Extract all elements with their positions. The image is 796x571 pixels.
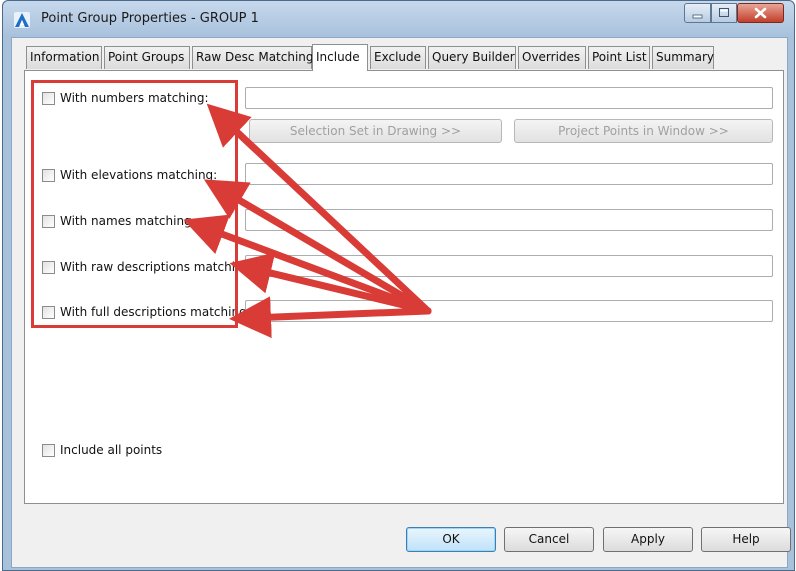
cancel-button[interactable]: Cancel xyxy=(504,527,594,552)
numbers-matching-label: With numbers matching: xyxy=(60,91,209,105)
include-all-points-label: Include all points xyxy=(60,443,163,457)
tab-summary[interactable]: Summary xyxy=(652,46,714,69)
numbers-matching-field[interactable] xyxy=(245,87,773,109)
ok-button[interactable]: OK xyxy=(406,527,496,552)
tab-point-list[interactable]: Point List xyxy=(588,46,650,69)
minimize-icon xyxy=(692,14,703,19)
full-descriptions-matching-option[interactable]: With full descriptions matching: xyxy=(42,305,251,319)
civil3d-app-icon xyxy=(14,12,30,28)
tab-information[interactable]: Information xyxy=(26,46,102,69)
names-matching-field[interactable] xyxy=(245,209,773,231)
names-matching-checkbox[interactable] xyxy=(42,214,55,228)
apply-button[interactable]: Apply xyxy=(603,527,693,552)
window-title: Point Group Properties - GROUP 1 xyxy=(41,11,259,26)
raw-descriptions-matching-field[interactable] xyxy=(245,255,773,277)
tab-include[interactable]: Include xyxy=(312,44,368,71)
include-all-points-checkbox[interactable] xyxy=(42,443,55,457)
tab-strip: Information Point Groups Raw Desc Matchi… xyxy=(16,44,786,71)
numbers-matching-option[interactable]: With numbers matching: xyxy=(42,91,209,105)
close-button[interactable] xyxy=(737,3,784,23)
tab-raw-desc-matching[interactable]: Raw Desc Matching xyxy=(192,46,314,69)
tab-query-builder[interactable]: Query Builder xyxy=(428,46,516,69)
full-descriptions-matching-checkbox[interactable] xyxy=(42,305,55,319)
numbers-matching-checkbox[interactable] xyxy=(42,91,55,105)
raw-descriptions-matching-checkbox[interactable] xyxy=(42,260,55,274)
tab-exclude[interactable]: Exclude xyxy=(370,46,426,69)
selection-set-in-drawing-button[interactable]: Selection Set in Drawing >> xyxy=(249,119,502,143)
tab-overrides[interactable]: Overrides xyxy=(518,46,586,69)
elevations-matching-label: With elevations matching: xyxy=(60,168,218,182)
names-matching-option[interactable]: With names matching: xyxy=(42,214,196,228)
raw-descriptions-matching-option[interactable]: With raw descriptions matching xyxy=(42,260,250,274)
elevations-matching-option[interactable]: With elevations matching: xyxy=(42,168,217,182)
maximize-icon xyxy=(719,8,729,17)
minimize-button[interactable] xyxy=(684,3,711,23)
names-matching-label: With names matching: xyxy=(60,214,196,228)
title-bar[interactable]: Point Group Properties - GROUP 1 xyxy=(3,1,794,37)
help-button[interactable]: Help xyxy=(701,527,791,552)
close-icon xyxy=(754,7,767,19)
include-all-points-option[interactable]: Include all points xyxy=(42,443,162,457)
tab-point-groups[interactable]: Point Groups xyxy=(104,46,190,69)
full-descriptions-matching-label: With full descriptions matching: xyxy=(60,305,251,319)
full-descriptions-matching-field[interactable] xyxy=(245,300,773,322)
raw-descriptions-matching-label: With raw descriptions matching xyxy=(60,260,251,274)
maximize-button[interactable] xyxy=(711,3,737,23)
project-points-in-window-button[interactable]: Project Points in Window >> xyxy=(514,119,773,143)
elevations-matching-checkbox[interactable] xyxy=(42,168,55,182)
elevations-matching-field[interactable] xyxy=(245,163,773,185)
